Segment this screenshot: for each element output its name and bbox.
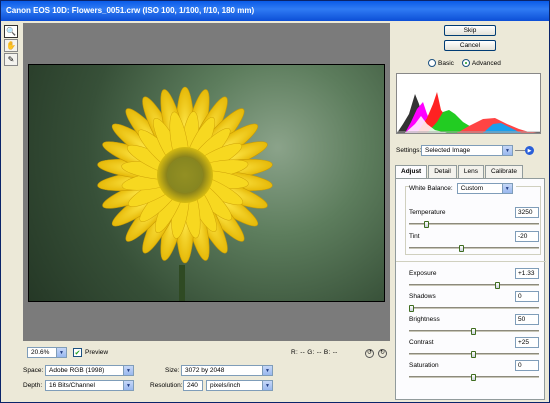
saturation-input[interactable]: 0: [515, 360, 539, 371]
depth-select[interactable]: 16 Bits/Channel ▼: [45, 380, 134, 391]
size-label: Size:: [165, 367, 180, 374]
tint-input[interactable]: -20: [515, 231, 539, 242]
space-select[interactable]: Adobe RGB (1998) ▼: [45, 365, 134, 376]
tint-label: Tint: [409, 233, 420, 240]
contrast-label: Contrast: [409, 339, 434, 346]
advanced-label: Advanced: [471, 59, 501, 67]
shadows-slider[interactable]: [409, 305, 539, 312]
brightness-input[interactable]: 50: [515, 314, 539, 325]
advanced-radio[interactable]: [461, 59, 470, 67]
settings-value: Selected Image: [425, 147, 471, 154]
tint-slider-thumb[interactable]: [458, 245, 464, 252]
tab-adjust[interactable]: Adjust: [395, 165, 428, 179]
tab-detail[interactable]: Detail: [428, 165, 457, 178]
bottom-controls: 20.6% ▼ ✔ Preview R: -- G: -- B: -- ↺ ↻ …: [23, 343, 390, 403]
exposure-input[interactable]: +1.33: [515, 268, 539, 279]
chevron-down-icon: ▼: [262, 366, 272, 375]
settings-menu-icon[interactable]: ▶: [525, 146, 534, 155]
basic-label: Basic: [438, 59, 454, 67]
saturation-slider-thumb[interactable]: [471, 374, 476, 381]
tab-calibrate[interactable]: Calibrate: [484, 165, 523, 178]
saturation-slider[interactable]: [409, 374, 539, 381]
saturation-label: Saturation: [409, 362, 439, 369]
chevron-down-icon: ▼: [123, 366, 133, 375]
depth-label: Depth:: [23, 382, 43, 389]
camera-raw-window: Canon EOS 10D: Flowers_0051.crw (ISO 100…: [0, 0, 550, 403]
preview-checkbox[interactable]: ✔: [73, 348, 82, 357]
brightness-slider-thumb[interactable]: [471, 328, 476, 335]
preview-canvas[interactable]: [23, 23, 390, 341]
resolution-unit-select[interactable]: pixels/inch ▼: [206, 380, 273, 391]
zoom-select[interactable]: 20.6% ▼: [27, 347, 67, 358]
tab-lens[interactable]: Lens: [457, 165, 484, 178]
shadows-label: Shadows: [409, 293, 436, 300]
basic-radio[interactable]: [428, 59, 436, 67]
rotate-left-icon[interactable]: ↺: [365, 349, 374, 358]
divider: [396, 261, 546, 262]
resolution-label: Resolution:: [150, 382, 183, 389]
temperature-slider-thumb[interactable]: [423, 221, 429, 228]
size-value: 3072 by 2048: [185, 367, 225, 374]
settings-panel: Skip Cancel Basic Advanced Settings: Sel…: [392, 21, 549, 403]
temperature-input[interactable]: 3250: [515, 207, 539, 218]
shadows-slider-thumb[interactable]: [409, 305, 414, 312]
cancel-button[interactable]: Cancel: [444, 40, 496, 51]
exposure-slider[interactable]: [409, 282, 539, 289]
shadows-input[interactable]: 0: [515, 291, 539, 302]
exposure-label: Exposure: [409, 270, 437, 277]
temperature-label: Temperature: [409, 209, 446, 216]
title-bar: Canon EOS 10D: Flowers_0051.crw (ISO 100…: [1, 1, 549, 21]
zoom-tool-icon[interactable]: 🔍: [4, 25, 18, 38]
hand-tool-icon[interactable]: ✋: [4, 39, 18, 52]
space-value: Adobe RGB (1998): [49, 367, 105, 374]
white-balance-value: Custom: [460, 185, 484, 192]
chevron-down-icon: ▼: [262, 381, 272, 390]
white-balance-label: White Balance:: [409, 185, 453, 192]
tint-slider[interactable]: [409, 245, 539, 252]
adjust-panel: White Balance: Custom ▼ Temperature 3250…: [395, 178, 546, 400]
contrast-slider-thumb[interactable]: [471, 351, 476, 358]
preview-image: [28, 64, 385, 302]
chevron-down-icon: ▼: [502, 146, 512, 155]
brightness-label: Brightness: [409, 316, 440, 323]
chevron-down-icon: ▼: [123, 381, 133, 390]
rotate-right-icon[interactable]: ↻: [378, 349, 387, 358]
white-balance-select[interactable]: Custom ▼: [456, 183, 513, 194]
resolution-unit-value: pixels/inch: [210, 382, 241, 389]
temperature-slider[interactable]: [409, 221, 539, 228]
tool-palette: 🔍 ✋ ✎: [4, 25, 20, 67]
chevron-down-icon: ▼: [501, 184, 512, 193]
depth-value: 16 Bits/Channel: [49, 382, 95, 389]
resolution-value: 240: [187, 382, 198, 389]
space-label: Space:: [23, 367, 44, 374]
rgb-readout: R: -- G: -- B: --: [291, 349, 338, 356]
tab-bar: Adjust Detail Lens Calibrate: [395, 165, 545, 179]
size-select[interactable]: 3072 by 2048 ▼: [181, 365, 273, 376]
settings-label: Settings:: [396, 147, 422, 154]
chevron-down-icon: ▼: [56, 348, 66, 357]
brightness-slider[interactable]: [409, 328, 539, 335]
histogram: [396, 73, 541, 134]
settings-select[interactable]: Selected Image ▼: [421, 145, 513, 156]
contrast-input[interactable]: +25: [515, 337, 539, 348]
zoom-value: 20.6%: [31, 349, 50, 356]
histogram-graph: [397, 92, 540, 133]
contrast-slider[interactable]: [409, 351, 539, 358]
exposure-slider-thumb[interactable]: [494, 282, 500, 289]
flower-image: [97, 86, 273, 301]
skip-button[interactable]: Skip: [444, 25, 496, 36]
white-balance-tool-icon[interactable]: ✎: [4, 53, 18, 66]
resolution-field[interactable]: 240: [183, 380, 203, 391]
preview-label: Preview: [85, 349, 109, 356]
